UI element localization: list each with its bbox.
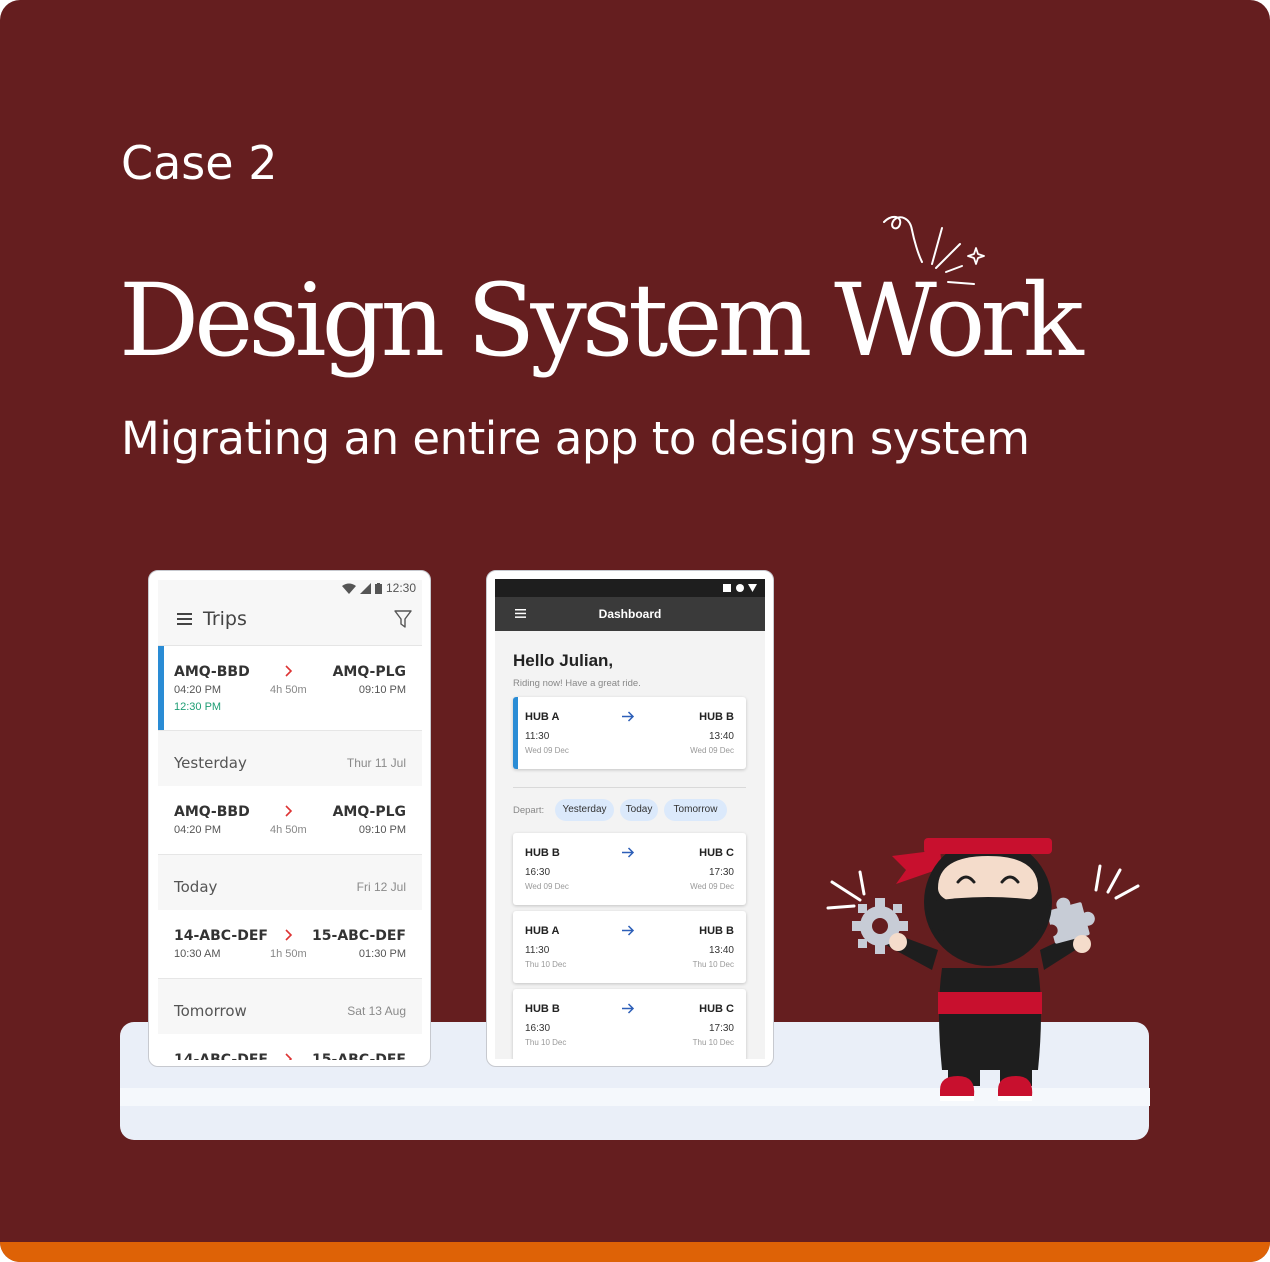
chevron-right-icon xyxy=(285,805,293,817)
trip-destination: AMQ-PLG xyxy=(332,664,406,680)
ride-origin: HUB A xyxy=(525,711,560,723)
case-study-card: Case 2 Design System Work Migrating an e… xyxy=(0,0,1270,1262)
active-trip-indicator xyxy=(158,646,164,730)
chevron-right-icon xyxy=(285,1053,293,1060)
ride-arrive-date: Wed 09 Dec xyxy=(690,882,734,891)
section-header-yesterday: Yesterday Thur 11 Jul xyxy=(158,731,422,786)
system-icons xyxy=(723,584,757,592)
trip-duration: 4h 50m xyxy=(270,684,307,696)
trip-depart-time: 04:20 PM xyxy=(174,684,222,696)
trip-duration: 4h 50m xyxy=(270,824,307,836)
ride-destination: HUB B xyxy=(699,711,734,723)
trips-phone-mockup: 12:30 Trips AMQ-BBD AMQ-PLG 04:20 PM 4h … xyxy=(148,570,431,1067)
ride-destination: HUB C xyxy=(699,1003,734,1015)
chip-today[interactable]: Today xyxy=(620,799,658,821)
dashboard-app-bar: Dashboard xyxy=(495,597,765,631)
ride-arrive-time: 13:40 xyxy=(708,731,734,742)
case-label: Case 2 xyxy=(121,136,278,190)
status-time: 12:30 xyxy=(385,581,416,595)
ride-arrive-time: 17:30 xyxy=(708,1023,734,1034)
ride-depart-date: Wed 09 Dec xyxy=(525,746,569,755)
ride-arrive-time: 17:30 xyxy=(708,867,734,878)
trip-row[interactable]: 14-ABC-DEF 15-ABC-DEF 10:30 AM 1h 50m 01… xyxy=(158,910,422,979)
trip-duration: 1h 50m xyxy=(270,948,307,960)
chevron-right-icon xyxy=(285,665,293,677)
trip-destination: 15-ABC-DEF xyxy=(312,928,406,944)
ride-card[interactable]: HUB B HUB C 16:30 17:30 Thu 10 Dec Thu 1… xyxy=(513,989,746,1059)
filter-icon[interactable] xyxy=(394,610,412,628)
section-date: Fri 12 Jul xyxy=(356,880,406,894)
ride-depart-date: Wed 09 Dec xyxy=(525,882,569,891)
sparkle-doodle-icon xyxy=(883,216,985,285)
chip-tomorrow[interactable]: Tomorrow xyxy=(664,799,727,821)
trip-origin: AMQ-BBD xyxy=(174,664,250,680)
ride-arrive-time: 13:40 xyxy=(708,945,734,956)
trip-row-active[interactable]: AMQ-BBD AMQ-PLG 04:20 PM 4h 50m 09:10 PM… xyxy=(158,646,422,731)
ride-card[interactable]: HUB A HUB B 11:30 13:40 Thu 10 Dec Thu 1… xyxy=(513,911,746,983)
ride-origin: HUB B xyxy=(525,847,560,859)
trip-arrive-time: 09:10 PM xyxy=(358,824,406,836)
depart-label: Depart: xyxy=(513,805,545,816)
ride-arrive-date: Thu 10 Dec xyxy=(692,960,734,969)
riding-status-text: Riding now! Have a great ride. xyxy=(513,678,641,689)
battery-icon xyxy=(374,582,382,594)
ride-depart-time: 16:30 xyxy=(525,1023,551,1034)
ride-origin: HUB A xyxy=(525,925,560,937)
divider xyxy=(513,787,746,788)
dashboard-screen: Dashboard Hello Julian, Riding now! Have… xyxy=(495,579,765,1059)
ride-depart-time: 11:30 xyxy=(525,731,550,742)
section-date: Thur 11 Jul xyxy=(346,756,406,770)
section-day: Tomorrow xyxy=(174,1002,247,1020)
ride-depart-time: 16:30 xyxy=(525,867,551,878)
section-date: Sat 13 Aug xyxy=(347,1004,406,1018)
arrow-right-icon xyxy=(622,925,635,936)
trip-arrive-time: 09:10 PM xyxy=(358,684,406,696)
current-ride-indicator xyxy=(513,697,518,769)
ride-depart-date: Thu 10 Dec xyxy=(525,1038,567,1047)
current-ride-card[interactable]: HUB A HUB B 11:30 13:40 Wed 09 Dec Wed 0… xyxy=(513,697,746,769)
signal-icon xyxy=(359,582,371,594)
trip-origin: 14-ABC-DEF xyxy=(174,1052,268,1060)
arrow-right-icon xyxy=(622,847,635,858)
trip-depart-time: 04:20 PM xyxy=(174,824,222,836)
dashboard-phone-mockup: Dashboard Hello Julian, Riding now! Have… xyxy=(486,570,774,1067)
status-bar: 12:30 xyxy=(341,581,416,595)
ride-arrive-date: Wed 09 Dec xyxy=(690,746,734,755)
chip-yesterday[interactable]: Yesterday xyxy=(555,799,614,821)
trips-app-bar: 12:30 Trips xyxy=(158,580,422,646)
section-day: Yesterday xyxy=(174,754,247,772)
trip-row-partial[interactable]: 14-ABC-DEF 15-ABC-DEF xyxy=(158,1034,422,1060)
greeting: Hello Julian, xyxy=(513,651,614,670)
ride-origin: HUB B xyxy=(525,1003,560,1015)
ride-card[interactable]: HUB B HUB C 16:30 17:30 Wed 09 Dec Wed 0… xyxy=(513,833,746,905)
arrow-right-icon xyxy=(622,711,635,722)
ninja-mascot-icon xyxy=(826,838,1140,1101)
section-header-today: Today Fri 12 Jul xyxy=(158,855,422,910)
chevron-right-icon xyxy=(285,929,293,941)
trip-arrive-time: 01:30 PM xyxy=(358,948,406,960)
screen-title: Trips xyxy=(203,608,247,630)
trip-origin: AMQ-BBD xyxy=(174,804,250,820)
trip-depart-time: 10:30 AM xyxy=(174,948,221,960)
trip-live-time: 12:30 PM xyxy=(174,701,222,713)
wifi-icon xyxy=(341,583,356,594)
menu-icon[interactable] xyxy=(177,613,192,625)
bottom-accent-bar xyxy=(0,1242,1270,1262)
trip-origin: 14-ABC-DEF xyxy=(174,928,268,944)
ride-destination: HUB C xyxy=(699,847,734,859)
ride-depart-date: Thu 10 Dec xyxy=(525,960,567,969)
trips-screen: 12:30 Trips AMQ-BBD AMQ-PLG 04:20 PM 4h … xyxy=(158,580,422,1060)
status-bar xyxy=(495,579,765,597)
trip-destination: 15-ABC-DEF xyxy=(312,1052,406,1060)
screen-title: Dashboard xyxy=(598,607,662,621)
ride-arrive-date: Thu 10 Dec xyxy=(692,1038,734,1047)
section-header-tomorrow: Tomorrow Sat 13 Aug xyxy=(158,979,422,1034)
trip-row[interactable]: AMQ-BBD AMQ-PLG 04:20 PM 4h 50m 09:10 PM xyxy=(158,786,422,855)
trip-destination: AMQ-PLG xyxy=(332,804,406,820)
ride-destination: HUB B xyxy=(699,925,734,937)
arrow-right-icon xyxy=(622,1003,635,1014)
ride-depart-time: 11:30 xyxy=(525,945,550,956)
page-subtitle: Migrating an entire app to design system xyxy=(121,412,1030,465)
section-day: Today xyxy=(174,878,218,896)
